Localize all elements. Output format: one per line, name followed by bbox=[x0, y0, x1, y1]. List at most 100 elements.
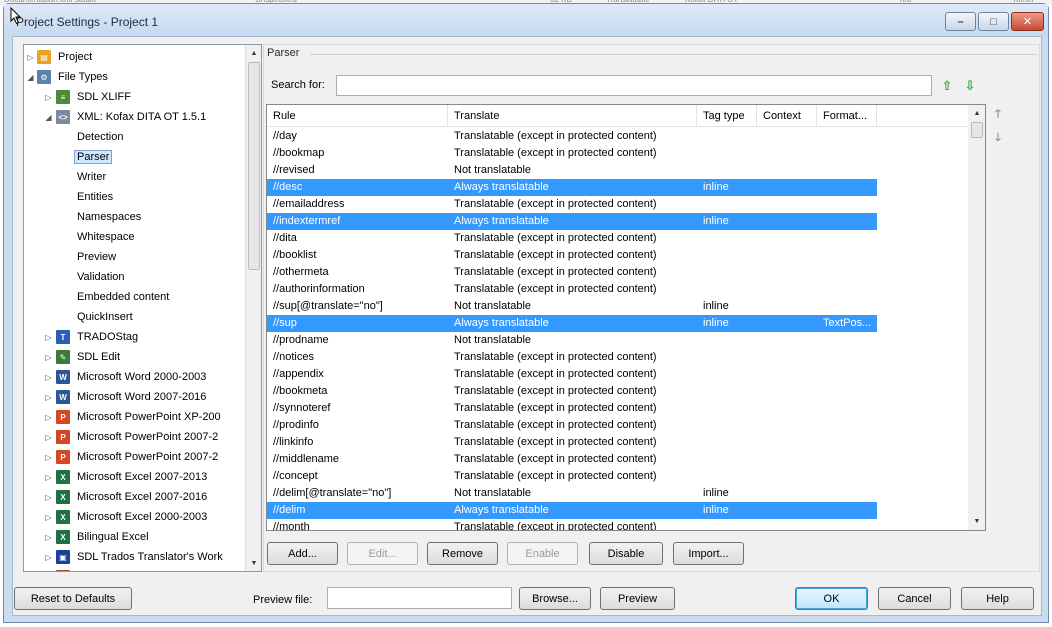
maximize-button[interactable]: □ bbox=[978, 12, 1009, 31]
edit-rule-button[interactable]: Edit... bbox=[347, 542, 418, 565]
tree-item[interactable]: Entities bbox=[24, 188, 246, 206]
add-rule-button[interactable]: Add... bbox=[267, 542, 338, 565]
tree-scroll-thumb[interactable] bbox=[248, 62, 260, 270]
expand-arrow-icon[interactable]: ▷ bbox=[44, 373, 53, 382]
tree-item[interactable]: ▷ X Microsoft Excel 2000-2003 bbox=[24, 508, 246, 526]
table-row[interactable]: //bookmeta Translatable (except in protec… bbox=[267, 383, 877, 400]
tree-item[interactable]: ▷ ✎ SDL Edit bbox=[24, 348, 246, 366]
expand-arrow-icon[interactable]: ▷ bbox=[44, 453, 53, 462]
expand-arrow-icon[interactable]: ▷ bbox=[44, 413, 53, 422]
expand-arrow-icon[interactable]: ▷ bbox=[44, 493, 53, 502]
tree-scroll-down-icon[interactable]: ▼ bbox=[246, 555, 261, 571]
column-header-format[interactable]: Format... bbox=[817, 105, 877, 127]
tree-item[interactable]: Writer bbox=[24, 168, 246, 186]
import-rules-button[interactable]: Import... bbox=[673, 542, 744, 565]
collapse-arrow-icon[interactable]: ◢ bbox=[44, 113, 53, 122]
expand-arrow-icon[interactable]: ▷ bbox=[44, 393, 53, 402]
remove-rule-button[interactable]: Remove bbox=[427, 542, 498, 565]
tree-item[interactable]: Detection bbox=[24, 128, 246, 146]
expand-arrow-icon[interactable]: ▷ bbox=[26, 53, 35, 62]
move-rule-up-icon[interactable]: 🡑 bbox=[991, 107, 1005, 121]
rules-grid[interactable]: Rule Translate Tag type Context Format..… bbox=[266, 104, 986, 531]
tree-item[interactable]: ▷ P Microsoft PowerPoint 2007-2 bbox=[24, 428, 246, 446]
table-row[interactable]: //synnoteref Translatable (except in prot… bbox=[267, 400, 877, 417]
expand-arrow-icon[interactable]: ▷ bbox=[44, 473, 53, 482]
tree-item[interactable]: ▷ ▣ SDL Trados Translator's Work bbox=[24, 548, 246, 566]
expand-arrow-icon[interactable]: ▷ bbox=[44, 353, 53, 362]
table-row[interactable]: //desc Always translatable inline bbox=[267, 179, 877, 196]
table-row[interactable]: //indextermref Always translatable inline bbox=[267, 213, 877, 230]
table-row[interactable]: //sup[@translate="no"] Not translatable in… bbox=[267, 298, 877, 315]
find-next-down-arrow-icon[interactable]: ⇩ bbox=[963, 79, 977, 93]
expand-arrow-icon[interactable]: ▷ bbox=[44, 93, 53, 102]
settings-tree[interactable]: ▷ ▤ Project ◢ ⚙ File Types ▷ ≡ SDL XLIFF ◢ <> XML: … bbox=[23, 44, 262, 572]
browse-button[interactable]: Browse... bbox=[519, 587, 591, 610]
ok-button[interactable]: OK bbox=[795, 587, 868, 610]
table-row[interactable]: //delim[@translate="no"] Not translatable… bbox=[267, 485, 877, 502]
table-row[interactable]: //sup Always translatable inline TextPos... bbox=[267, 315, 877, 332]
tree-item[interactable]: Preview bbox=[24, 248, 246, 266]
tree-item[interactable]: ▷RRich Text Format (RTF) bbox=[24, 568, 246, 571]
close-button[interactable]: ✕ bbox=[1011, 12, 1044, 31]
column-header-translate[interactable]: Translate bbox=[448, 105, 697, 127]
tree-item[interactable]: QuickInsert bbox=[24, 308, 246, 326]
table-row[interactable]: //prodinfo Translatable (except in protec… bbox=[267, 417, 877, 434]
tree-item[interactable]: Whitespace bbox=[24, 228, 246, 246]
table-row[interactable]: //notices Translatable (except in protect… bbox=[267, 349, 877, 366]
table-row[interactable]: //dita Translatable (except in protected … bbox=[267, 230, 877, 247]
expand-arrow-icon[interactable]: ▷ bbox=[44, 513, 53, 522]
expand-arrow-icon[interactable]: ▷ bbox=[44, 433, 53, 442]
table-row[interactable]: //othermeta Translatable (except in prote… bbox=[267, 264, 877, 281]
tree-item[interactable]: Validation bbox=[24, 268, 246, 286]
table-row[interactable]: //linkinfo Translatable (except in protec… bbox=[267, 434, 877, 451]
tree-item[interactable]: ▷ P Microsoft PowerPoint 2007-2 bbox=[24, 448, 246, 466]
grid-scroll-down-icon[interactable]: ▼ bbox=[969, 513, 985, 529]
tree-item[interactable]: ▷ T TRADOStag bbox=[24, 328, 246, 346]
table-row[interactable]: //bookmap Translatable (except in protect… bbox=[267, 145, 877, 162]
help-button[interactable]: Help bbox=[961, 587, 1034, 610]
move-rule-down-icon[interactable]: 🡓 bbox=[991, 131, 1005, 145]
table-row[interactable]: //authorinformation Translatable (except … bbox=[267, 281, 877, 298]
tree-item[interactable]: Namespaces bbox=[24, 208, 246, 226]
search-input[interactable] bbox=[336, 75, 932, 96]
collapse-arrow-icon[interactable]: ◢ bbox=[26, 73, 35, 82]
expand-arrow-icon[interactable]: ▷ bbox=[44, 333, 53, 342]
tree-item[interactable]: ◢ ⚙ File Types bbox=[24, 68, 246, 86]
grid-vertical-scrollbar[interactable]: ▲ ▼ bbox=[968, 105, 985, 530]
table-row[interactable]: //delim Always translatable inline bbox=[267, 502, 877, 519]
column-header-rule[interactable]: Rule bbox=[267, 105, 448, 127]
enable-rule-button[interactable]: Enable bbox=[507, 542, 578, 565]
grid-scroll-up-icon[interactable]: ▲ bbox=[969, 105, 985, 121]
tree-item[interactable]: ◢ <> XML: Kofax DITA OT 1.5.1 bbox=[24, 108, 246, 126]
table-row[interactable]: //concept Translatable (except in protect… bbox=[267, 468, 877, 485]
table-row[interactable]: //prodname Not translatable bbox=[267, 332, 877, 349]
tree-vertical-scrollbar[interactable]: ▲ ▼ bbox=[245, 45, 261, 571]
table-row[interactable]: //month Translatable (except in protected… bbox=[267, 519, 877, 530]
table-row[interactable]: //middlename Translatable (except in prot… bbox=[267, 451, 877, 468]
expand-arrow-icon[interactable]: ▷ bbox=[44, 553, 53, 562]
tree-item[interactable]: ▷ P Microsoft PowerPoint XP-200 bbox=[24, 408, 246, 426]
tree-scroll-up-icon[interactable]: ▲ bbox=[246, 45, 261, 61]
find-previous-up-arrow-icon[interactable]: ⇧ bbox=[940, 79, 954, 93]
grid-scroll-thumb[interactable] bbox=[971, 122, 983, 138]
table-row[interactable]: //booklist Translatable (except in protec… bbox=[267, 247, 877, 264]
reset-to-defaults-button[interactable]: Reset to Defaults bbox=[14, 587, 132, 610]
tree-item[interactable]: ▷ X Microsoft Excel 2007-2016 bbox=[24, 488, 246, 506]
table-row[interactable]: //appendix Translatable (except in protec… bbox=[267, 366, 877, 383]
tree-item[interactable]: ▷ ▤ Project bbox=[24, 48, 246, 66]
tree-item[interactable]: Parser bbox=[24, 148, 246, 166]
disable-rule-button[interactable]: Disable bbox=[589, 542, 663, 565]
table-row[interactable]: //revised Not translatable bbox=[267, 162, 877, 179]
expand-arrow-icon[interactable]: ▷ bbox=[44, 533, 53, 542]
tree-item[interactable]: ▷ W Microsoft Word 2007-2016 bbox=[24, 388, 246, 406]
tree-item[interactable]: ▷ X Microsoft Excel 2007-2013 bbox=[24, 468, 246, 486]
preview-file-input[interactable] bbox=[327, 587, 512, 609]
column-header-context[interactable]: Context bbox=[757, 105, 817, 127]
tree-item[interactable]: ▷ ≡ SDL XLIFF bbox=[24, 88, 246, 106]
column-header-tag-type[interactable]: Tag type bbox=[697, 105, 757, 127]
tree-item[interactable]: ▷ X Bilingual Excel bbox=[24, 528, 246, 546]
minimize-button[interactable]: – bbox=[945, 12, 976, 31]
cancel-button[interactable]: Cancel bbox=[878, 587, 951, 610]
tree-item[interactable]: Embedded content bbox=[24, 288, 246, 306]
tree-item[interactable]: ▷ W Microsoft Word 2000-2003 bbox=[24, 368, 246, 386]
